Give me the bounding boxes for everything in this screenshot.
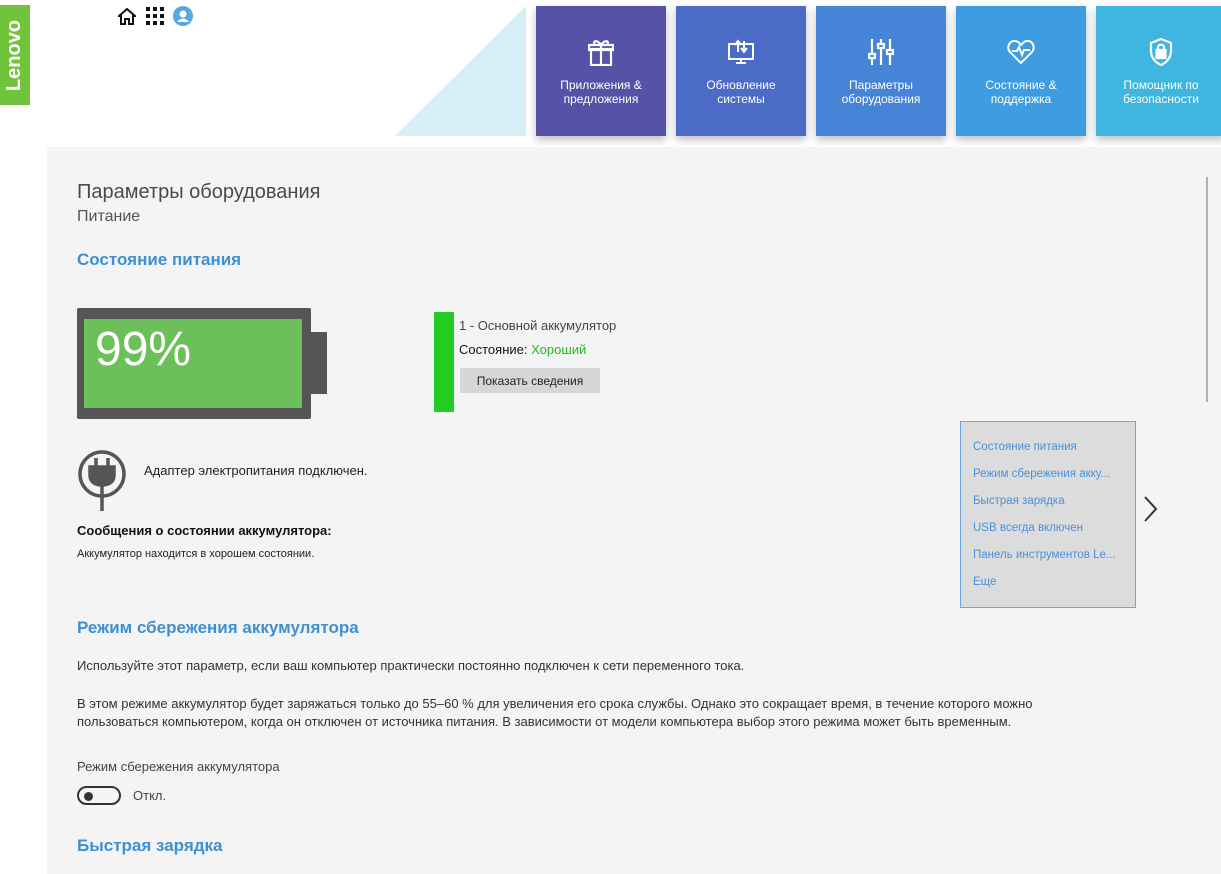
battery-graphic: 99% [77, 308, 311, 419]
tile-label: Параметры оборудования [841, 78, 921, 106]
shield-lock-icon [1149, 36, 1173, 68]
nav-link-usb-always-on[interactable]: USB всегда включен [961, 515, 1121, 542]
conservation-paragraph-2: В этом режиме аккумулятор будет заряжать… [77, 696, 1033, 729]
tile-hardware-settings[interactable]: Параметры оборудования [816, 6, 946, 136]
section-title-rapid-charge: Быстрая зарядка [77, 836, 223, 855]
gift-icon [588, 36, 614, 68]
heart-pulse-icon [1007, 36, 1035, 68]
tile-label: Приложения & предложения [560, 78, 642, 106]
conservation-toggle-label: Режим сбережения аккумулятора [77, 759, 280, 774]
monitor-update-icon [727, 36, 755, 68]
vantage-window: Lenovo Приложения & предложения Обновлен… [0, 0, 1221, 874]
section-title-power-status: Состояние питания [77, 250, 242, 269]
decorative-triangle [395, 6, 526, 136]
power-plug-icon [77, 449, 127, 511]
battery-state-label: Состояние: [459, 342, 528, 357]
battery-tip [311, 332, 327, 394]
scrollbar[interactable] [1206, 177, 1208, 402]
apps-grid-icon[interactable] [145, 6, 165, 26]
page-title: Параметры оборудования [77, 181, 321, 203]
battery-percent: 99% [95, 323, 192, 376]
top-icon-bar [117, 6, 193, 26]
show-details-button[interactable]: Показать сведения [460, 368, 600, 393]
home-icon[interactable] [117, 6, 137, 26]
chevron-right-icon[interactable] [1140, 495, 1160, 523]
toggle-knob [84, 791, 93, 801]
battery-messages-text: Аккумулятор находится в хорошем состояни… [77, 548, 315, 560]
sliders-icon [868, 36, 894, 68]
battery-name: 1 - Основной аккумулятор [459, 318, 617, 333]
main-nav-tiles: Приложения & предложения Обновление сист… [536, 6, 1221, 136]
conservation-toggle-state: Откл. [133, 788, 167, 803]
tile-label: Обновление системы [706, 78, 776, 106]
tile-health-support[interactable]: Состояние & поддержка [956, 6, 1086, 136]
lenovo-logo: Lenovo [0, 5, 30, 105]
adapter-status-text: Адаптер электропитания подключен. [144, 463, 368, 478]
battery-status-bar [434, 312, 454, 412]
battery-state: Состояние: Хороший [459, 342, 586, 357]
logo-text: Lenovo [3, 19, 26, 91]
nav-link-conservation-mode[interactable]: Режим сбережения акку... [961, 461, 1121, 488]
page-subtitle: Питание [77, 208, 141, 225]
conservation-mode-toggle[interactable] [77, 786, 121, 805]
nav-link-toolbar[interactable]: Панель инструментов Le... [961, 542, 1121, 569]
conservation-paragraph-1: Используйте этот параметр, если ваш комп… [77, 658, 745, 673]
tile-system-update[interactable]: Обновление системы [676, 6, 806, 136]
user-icon[interactable] [173, 6, 193, 26]
tile-apps-offers[interactable]: Приложения & предложения [536, 6, 666, 136]
battery-messages-title: Сообщения о состоянии аккумулятора: [77, 523, 332, 538]
nav-link-rapid-charge[interactable]: Быстрая зарядка [961, 488, 1121, 515]
section-jump-nav: Состояние питания Режим сбережения акку.… [960, 421, 1136, 608]
tile-label: Состояние & поддержка [985, 78, 1057, 106]
nav-link-power-status[interactable]: Состояние питания [961, 434, 1121, 461]
nav-link-more[interactable]: Еще [961, 569, 1121, 596]
section-title-conservation: Режим сбережения аккумулятора [77, 618, 359, 637]
battery-state-value: Хороший [531, 342, 587, 357]
tile-label: Помощник по безопасности [1123, 78, 1199, 106]
tile-security-advisor[interactable]: Помощник по безопасности [1096, 6, 1221, 136]
